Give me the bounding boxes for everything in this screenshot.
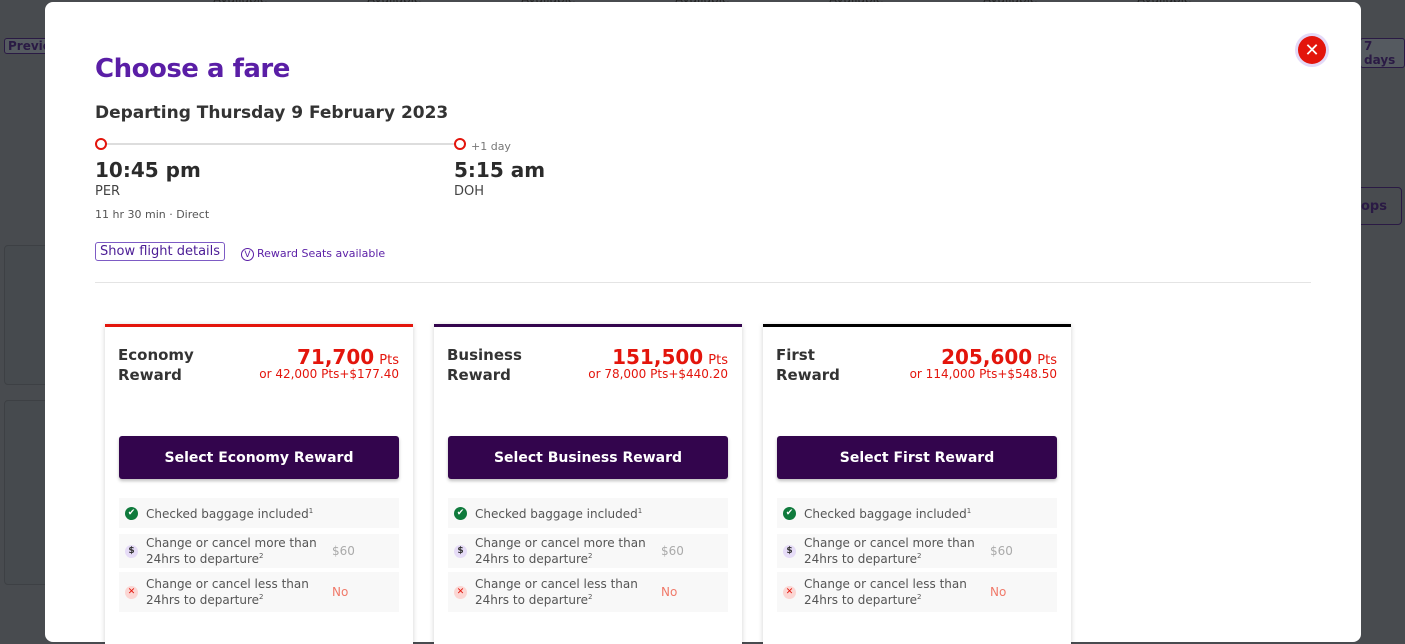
cross-icon: ✕	[454, 585, 467, 599]
velocity-icon: V	[241, 248, 254, 261]
feature-text: Checked baggage included1	[146, 505, 332, 521]
fare-card-business: Business Reward 151,500 Pts or 78,000 Pts…	[434, 324, 742, 644]
select-fare-button[interactable]: Select First Reward	[777, 436, 1057, 479]
fare-price: 205,600 Pts or 114,000 Pts+$548.50	[910, 345, 1057, 381]
day-offset: +1 day	[471, 140, 511, 153]
feature-text: Change or cancel less than 24hrs to depa…	[146, 576, 332, 607]
fare-alt-price: or 42,000 Pts+$177.40	[259, 367, 399, 381]
feature-text: Change or cancel more than 24hrs to depa…	[475, 535, 661, 566]
cross-icon: ✕	[125, 585, 138, 599]
feature-value: $60	[332, 544, 355, 558]
fare-alt-price: or 78,000 Pts+$440.20	[588, 367, 728, 381]
departing-date: Departing Thursday 9 February 2023	[95, 103, 449, 123]
fare-feature: ✔ Checked baggage included1	[119, 498, 399, 528]
points-unit: Pts	[708, 353, 728, 368]
feature-text: Change or cancel less than 24hrs to depa…	[804, 576, 990, 607]
feature-label: Change or cancel less than 24hrs to depa…	[804, 576, 967, 607]
feature-label: Checked baggage included	[146, 507, 309, 521]
footnote: 2	[259, 592, 264, 601]
arrive-time: 5:15 am	[454, 158, 546, 182]
reward-seats-status: V Reward Seats available	[241, 247, 385, 261]
modal-title: Choose a fare	[95, 54, 290, 84]
feature-label: Change or cancel less than 24hrs to depa…	[475, 576, 638, 607]
fare-feature: $ Change or cancel more than 24hrs to dep…	[119, 534, 399, 568]
fare-points: 151,500	[612, 345, 704, 369]
footnote: 1	[966, 507, 972, 515]
feature-text: Checked baggage included1	[475, 505, 661, 521]
feature-text: Change or cancel less than 24hrs to depa…	[475, 576, 661, 607]
depart-time: 10:45 pm	[95, 158, 201, 182]
feature-value: $60	[990, 544, 1013, 558]
feature-value: No	[332, 585, 349, 599]
fare-feature: ✕ Change or cancel less than 24hrs to dep…	[777, 572, 1057, 612]
fare-name: First Reward	[776, 346, 840, 384]
divider	[95, 282, 1311, 283]
fare-feature: ✕ Change or cancel less than 24hrs to dep…	[119, 572, 399, 612]
feature-text: Change or cancel more than 24hrs to depa…	[804, 535, 990, 566]
cross-icon: ✕	[783, 585, 796, 599]
footnote: 2	[588, 551, 593, 560]
close-button[interactable]: ✕	[1295, 33, 1329, 67]
fare-name: Economy Reward	[118, 346, 194, 384]
fare-points: 205,600	[941, 345, 1033, 369]
feature-text: Checked baggage included1	[804, 505, 990, 521]
fare-feature: ✕ Change or cancel less than 24hrs to dep…	[448, 572, 728, 612]
check-circle-icon: ✔	[125, 506, 138, 520]
fare-alt-price: or 114,000 Pts+$548.50	[909, 367, 1057, 381]
fare-card-first: First Reward 205,600 Pts or 114,000 Pts+$…	[763, 324, 1071, 644]
feature-text: Change or cancel more than 24hrs to depa…	[146, 535, 332, 566]
show-flight-details-button[interactable]: Show flight details	[95, 242, 226, 261]
feature-label: Checked baggage included	[475, 507, 638, 521]
flight-duration: 11 hr 30 min · Direct	[95, 208, 210, 221]
feature-label: Change or cancel more than 24hrs to depa…	[146, 535, 317, 566]
flight-timeline	[102, 143, 459, 145]
check-circle-icon: ✔	[454, 506, 467, 520]
points-unit: Pts	[1037, 353, 1057, 368]
footnote: 2	[917, 551, 922, 560]
fare-feature: ✔ Checked baggage included1	[448, 498, 728, 528]
reward-seats-label: Reward Seats available	[257, 247, 386, 260]
select-fare-button[interactable]: Select Economy Reward	[119, 436, 399, 479]
check-circle-icon: ✔	[783, 506, 796, 520]
dollar-icon: $	[125, 544, 138, 558]
origin-dot-icon	[95, 138, 107, 150]
feature-value: No	[661, 585, 678, 599]
footnote: 1	[308, 507, 314, 515]
points-unit: Pts	[379, 353, 399, 368]
depart-airport: PER	[95, 184, 121, 199]
close-icon: ✕	[1298, 36, 1326, 64]
feature-value: $60	[661, 544, 684, 558]
feature-label: Change or cancel more than 24hrs to depa…	[804, 535, 975, 566]
footnote: 1	[637, 507, 643, 515]
fare-price: 151,500 Pts or 78,000 Pts+$440.20	[588, 345, 728, 381]
footnote: 2	[588, 592, 593, 601]
feature-label: Checked baggage included	[804, 507, 967, 521]
feature-value: No	[990, 585, 1007, 599]
fare-points: 71,700	[297, 345, 375, 369]
next-7-days-button[interactable]: 7 days	[1360, 38, 1405, 68]
feature-label: Change or cancel less than 24hrs to depa…	[146, 576, 309, 607]
destination-dot-icon	[454, 138, 466, 150]
footnote: 2	[917, 592, 922, 601]
dollar-icon: $	[783, 544, 796, 558]
dollar-icon: $	[454, 544, 467, 558]
fare-feature: $ Change or cancel more than 24hrs to dep…	[448, 534, 728, 568]
choose-fare-modal: ✕ Choose a fare Departing Thursday 9 Feb…	[45, 2, 1361, 644]
footnote: 2	[259, 551, 264, 560]
arrive-airport: DOH	[454, 184, 485, 199]
fare-feature: ✔ Checked baggage included1	[777, 498, 1057, 528]
fare-name: Business Reward	[447, 346, 522, 384]
fare-card-economy: Economy Reward 71,700 Pts or 42,000 Pts+$…	[105, 324, 413, 644]
fare-price: 71,700 Pts or 42,000 Pts+$177.40	[259, 345, 399, 381]
feature-label: Change or cancel more than 24hrs to depa…	[475, 535, 646, 566]
fare-feature: $ Change or cancel more than 24hrs to dep…	[777, 534, 1057, 568]
select-fare-button[interactable]: Select Business Reward	[448, 436, 728, 479]
